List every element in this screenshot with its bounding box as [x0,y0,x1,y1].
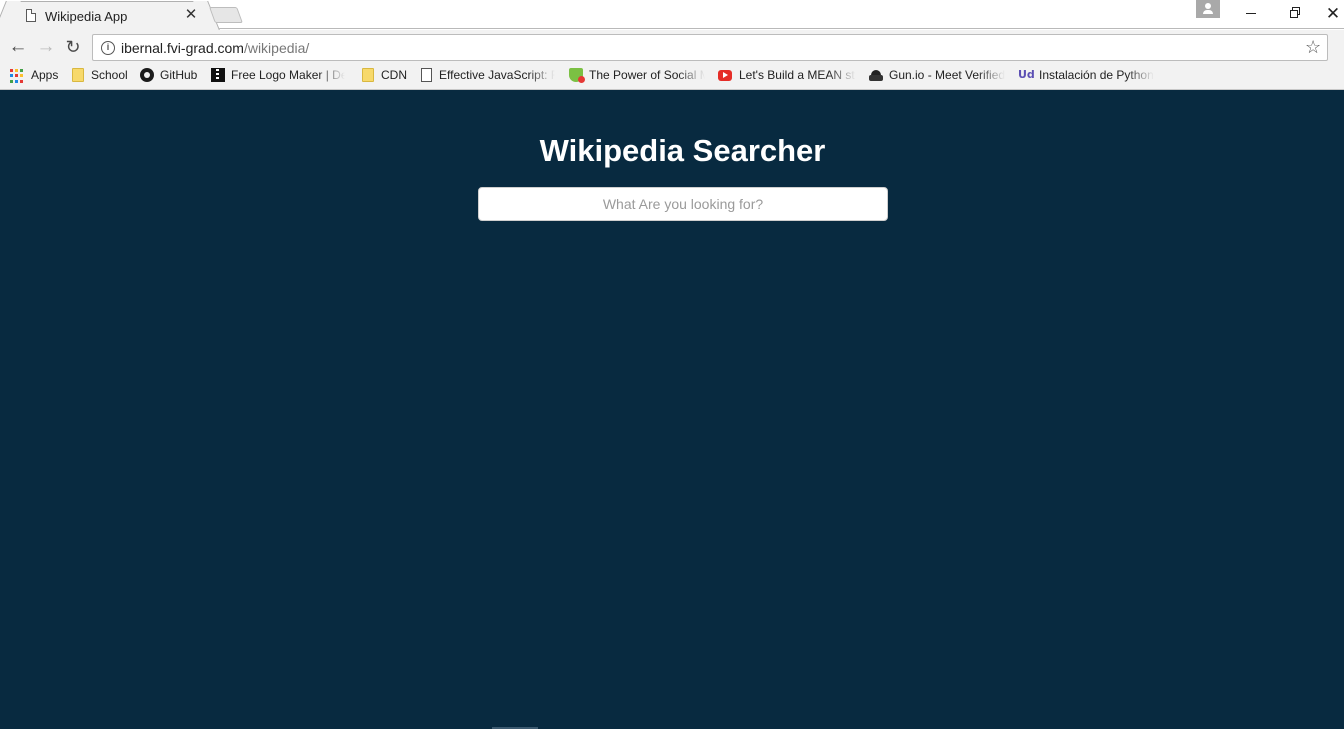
browser-chrome: Wikipedia App ✕ ✕ ← → ↻ i ibernal.fvi-gr… [0,0,1344,90]
shield-icon [569,68,585,83]
bookmark-school[interactable]: School [72,66,130,84]
bookmark-effective-javascript[interactable]: Effective JavaScript: Fr [421,66,555,84]
profile-icon[interactable] [1196,0,1220,18]
bookmark-star-icon[interactable]: ☆ [1305,37,1321,58]
bookmark-apps[interactable]: Apps [10,66,62,84]
bookmark-label: The Power of Social M [589,68,705,82]
tab-strip: Wikipedia App ✕ ✕ [0,0,1344,30]
address-bar[interactable]: i ibernal.fvi-grad.com/wikipedia/ ☆ [92,34,1328,61]
page-favicon-icon [26,9,36,22]
page-title: Wikipedia Searcher [539,133,826,168]
page-content: Wikipedia Searcher [0,91,1344,729]
search-box[interactable] [478,187,888,221]
logo-maker-icon [211,68,225,82]
forward-arrow-icon[interactable]: → [35,36,57,58]
bookmark-github[interactable]: GitHub [140,66,202,84]
restore-button[interactable] [1276,0,1316,28]
bookmark-label: Let's Build a MEAN st [739,68,855,82]
folder-icon [72,68,84,82]
page-icon [421,68,432,82]
bookmark-label: CDN [381,68,407,82]
back-arrow-icon[interactable]: ← [7,36,29,58]
bookmark-instalacion-python[interactable]: Ud Instalación de Python [1018,66,1154,84]
search-input[interactable] [479,188,887,220]
browser-toolbar: ← → ↻ i ibernal.fvi-grad.com/wikipedia/ … [0,30,1344,63]
bookmark-label: School [91,68,128,82]
bookmarks-bar: Apps School GitHub Free Logo Maker | De … [0,63,1344,87]
bookmark-label: Apps [31,68,59,82]
bookmark-power-of-social[interactable]: The Power of Social M [569,66,705,84]
bookmark-label: GitHub [160,68,198,82]
minimize-icon [1246,13,1256,14]
udemy-icon: Ud [1018,68,1035,81]
url-path: /wikipedia/ [243,40,310,56]
github-icon [140,68,154,82]
apps-grid-icon [10,69,24,83]
url-text[interactable]: ibernal.fvi-grad.com/wikipedia/ [121,40,309,56]
youtube-icon [718,70,732,81]
bookmark-free-logo-maker[interactable]: Free Logo Maker | De [211,66,345,84]
bookmark-mean-stack[interactable]: Let's Build a MEAN st [718,66,856,84]
window-close-button[interactable]: ✕ [1322,0,1344,28]
new-tab-button[interactable] [209,7,243,23]
spy-icon [869,68,883,82]
minimize-button[interactable] [1232,0,1272,28]
bookmark-label: Instalación de Python [1039,68,1154,82]
folder-icon [362,68,374,82]
site-info-icon[interactable]: i [101,41,115,55]
bookmark-label: Effective JavaScript: Fr [439,68,555,82]
restore-icon-front [1290,10,1298,18]
tab-close-icon[interactable]: ✕ [184,6,198,23]
url-host: ibernal.fvi-grad.com [121,40,244,56]
tab-wikipedia-app[interactable]: Wikipedia App ✕ [6,1,208,30]
bookmark-label: Free Logo Maker | De [231,68,345,82]
bookmark-cdn[interactable]: CDN [362,66,410,84]
reload-icon[interactable]: ↻ [62,36,84,58]
bookmark-gun-io[interactable]: Gun.io - Meet Verified [869,66,1005,84]
bookmark-label: Gun.io - Meet Verified [889,68,1005,82]
tab-title: Wikipedia App [45,9,128,24]
